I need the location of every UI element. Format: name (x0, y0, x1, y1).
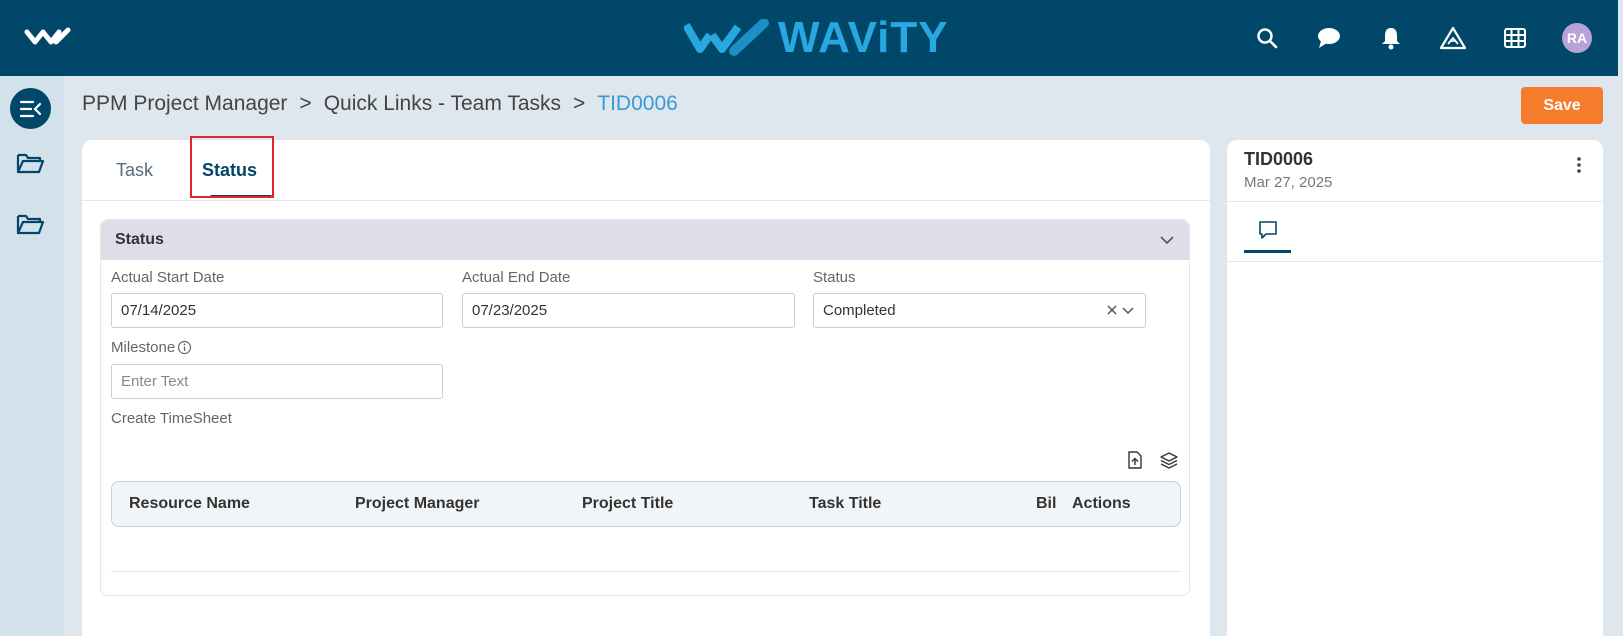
column-header[interactable]: Project Manager (355, 482, 479, 526)
task-form-card: Task Status Status Actual Start Date 07/… (82, 136, 1210, 636)
milestone-input[interactable] (111, 364, 443, 399)
record-id: TID0006 (1244, 149, 1314, 169)
status-select[interactable]: Completed (813, 293, 1146, 328)
user-avatar[interactable]: RA (1561, 22, 1593, 54)
column-header[interactable]: Actions (1072, 482, 1131, 526)
section-header[interactable]: Status (101, 220, 1189, 260)
collapse-menu-icon[interactable] (10, 88, 51, 129)
more-vertical-icon[interactable] (1575, 154, 1583, 176)
save-button[interactable]: Save (1521, 87, 1603, 124)
tab-status[interactable]: Status (202, 140, 272, 200)
breadcrumb-current: TID0006 (597, 92, 678, 115)
actual-end-date-label: Actual End Date (462, 269, 571, 286)
bell-icon[interactable] (1375, 22, 1407, 54)
active-tab-indicator (1244, 250, 1291, 253)
side-panel: TID0006 Mar 27, 2025 (1227, 140, 1603, 636)
record-date: Mar 27, 2025 (1244, 174, 1333, 191)
section-title: Status (115, 231, 164, 248)
status-label: Status (813, 269, 856, 286)
breadcrumb-item[interactable]: PPM Project Manager (82, 92, 287, 116)
breadcrumb-item[interactable]: Quick Links - Team Tasks (324, 92, 561, 116)
breadcrumb-separator: > (573, 92, 586, 115)
scrollbar[interactable] (1618, 0, 1623, 636)
actual-end-date-field[interactable]: 07/23/2025 (462, 293, 795, 328)
column-header[interactable]: Resource Name (129, 482, 250, 526)
breadcrumb: PPM Project Manager > Quick Links - Team… (82, 92, 678, 116)
timesheet-grid-header: Resource Name Project Manager Project Ti… (111, 481, 1181, 527)
chevron-down-icon[interactable] (1159, 232, 1175, 248)
breadcrumb-separator: > (299, 92, 312, 115)
chat-icon[interactable] (1313, 22, 1345, 54)
tab-status-label: Status (202, 159, 258, 180)
tab-comments[interactable] (1244, 207, 1291, 253)
brand-name: WAViTY (778, 13, 949, 62)
folder-open-icon[interactable] (16, 213, 46, 237)
actual-start-date-label: Actual Start Date (111, 269, 225, 286)
grid-icon[interactable] (1499, 22, 1531, 54)
brand-mark-icon (684, 19, 769, 56)
top-bar: WAViTY RA (0, 0, 1623, 76)
milestone-label-text: Milestone (111, 339, 176, 356)
milestone-label: Milestone (111, 339, 192, 356)
search-icon[interactable] (1251, 22, 1283, 54)
folder-open-icon[interactable] (16, 152, 46, 176)
active-tab-indicator (210, 195, 272, 198)
left-rail (0, 76, 64, 636)
column-header[interactable]: Bil (1036, 482, 1056, 526)
divider (1227, 201, 1603, 202)
avatar-initials: RA (1562, 23, 1592, 53)
layers-icon[interactable] (1159, 450, 1179, 470)
file-upload-icon[interactable] (1125, 450, 1145, 470)
status-select-value: Completed (823, 302, 896, 319)
tab-bar: Task Status (82, 136, 1210, 201)
actual-start-date-field[interactable]: 07/14/2025 (111, 293, 443, 328)
home-logo-icon[interactable] (24, 24, 72, 52)
brand-logo: WAViTY (684, 16, 949, 60)
create-timesheet-label: Create TimeSheet (111, 410, 232, 427)
chevron-down-icon[interactable] (1121, 303, 1135, 317)
status-section: Status Actual Start Date 07/14/2025 Actu… (100, 219, 1190, 596)
clear-icon[interactable] (1105, 303, 1119, 317)
column-header[interactable]: Task Title (809, 482, 881, 526)
column-header[interactable]: Project Title (582, 482, 673, 526)
comment-icon (1258, 221, 1277, 239)
divider (1227, 261, 1603, 262)
info-icon[interactable] (177, 340, 192, 355)
grid-toolbar (1111, 450, 1179, 470)
tab-task[interactable]: Task (116, 140, 153, 200)
warning-triangle-icon[interactable] (1437, 22, 1469, 54)
grid-divider (111, 571, 1181, 572)
